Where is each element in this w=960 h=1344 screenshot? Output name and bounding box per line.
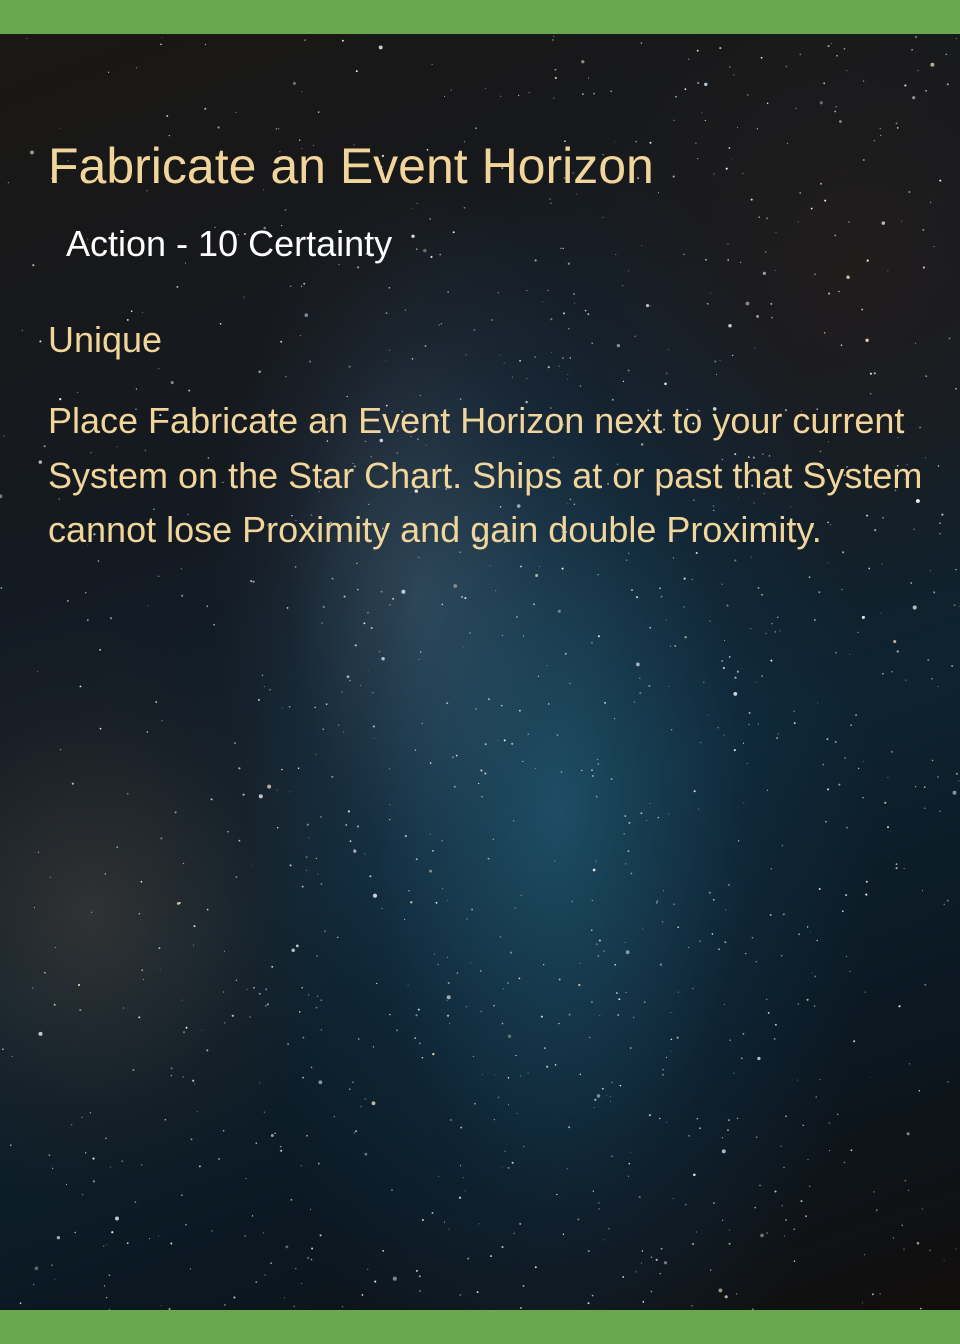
card-title: Fabricate an Event Horizon [48, 138, 654, 194]
card-keyword: Unique [48, 319, 163, 360]
card: Fabricate an Event Horizon Action - 10 C… [0, 0, 960, 1344]
card-subtitle: Action - 10 Certainty [66, 223, 393, 264]
card-text: Fabricate an Event Horizon Action - 10 C… [0, 0, 960, 1344]
card-body-text: Place Fabricate an Event Horizon next to… [48, 400, 923, 550]
